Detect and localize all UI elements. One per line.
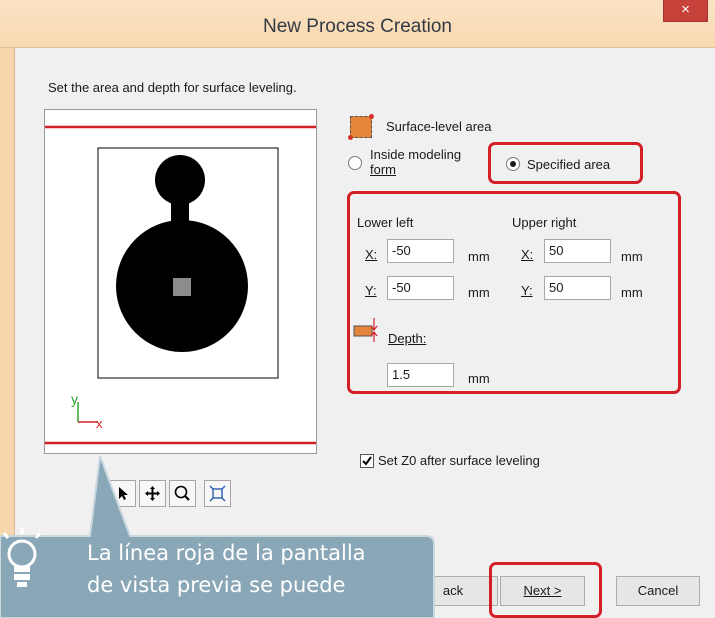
upper-right-y-input[interactable]: 50 xyxy=(544,276,611,300)
y-axis-label: y xyxy=(71,391,78,407)
specified-area-label[interactable]: Specified area xyxy=(527,157,610,172)
lower-left-x-unit: mm xyxy=(468,249,490,264)
model-head xyxy=(155,155,205,205)
lower-left-x-input[interactable]: -50 xyxy=(387,239,454,263)
surface-area-icon xyxy=(348,114,374,140)
upper-right-y-label: Y: xyxy=(521,283,533,298)
model-center-mark xyxy=(173,278,191,296)
instruction-text: Set the area and depth for surface level… xyxy=(48,80,297,95)
x-axis-label: x xyxy=(96,416,103,431)
upper-right-x-label: X: xyxy=(521,247,534,262)
upper-right-y-unit: mm xyxy=(621,285,643,300)
preview-pane[interactable]: y x xyxy=(44,109,317,454)
depth-label: Depth: xyxy=(388,331,427,346)
dialog-window: New Process Creation × Set the area and … xyxy=(0,0,715,618)
window-title: New Process Creation xyxy=(262,16,453,37)
lower-left-y-input[interactable]: -50 xyxy=(387,276,454,300)
next-button-label: Next > xyxy=(523,583,562,598)
cancel-button[interactable]: Cancel xyxy=(616,576,700,606)
lower-left-heading: Lower left xyxy=(357,215,414,230)
inside-modeling-line1: Inside modeling xyxy=(370,147,462,162)
lower-left-y-unit: mm xyxy=(468,285,490,300)
title-bar: New Process Creation × xyxy=(0,0,715,48)
lower-left-y-label: Y: xyxy=(365,283,377,298)
preview-drawing: y x xyxy=(45,125,316,445)
tip-line-1: La línea roja de la pantalla xyxy=(87,541,366,565)
tip-text: La línea roja de la pantalla de vista pr… xyxy=(87,537,366,601)
lower-left-x-label: X: xyxy=(365,247,378,262)
inside-modeling-form-radio[interactable] xyxy=(348,156,362,170)
close-button[interactable]: × xyxy=(663,0,708,22)
tip-line-2: de vista previa se puede xyxy=(87,573,346,597)
lightbulb-icon xyxy=(2,528,42,587)
inside-modeling-line2: form xyxy=(370,162,396,177)
upper-right-x-unit: mm xyxy=(621,249,643,264)
inside-modeling-form-label[interactable]: Inside modeling form xyxy=(370,147,461,177)
next-button[interactable]: Next > xyxy=(500,576,585,606)
upper-right-x-input[interactable]: 50 xyxy=(544,239,611,263)
upper-right-heading: Upper right xyxy=(512,215,577,230)
depth-icon xyxy=(353,318,378,342)
specified-area-radio[interactable] xyxy=(506,157,520,171)
surface-area-label: Surface-level area xyxy=(386,119,492,134)
depth-input[interactable]: 1.5 xyxy=(387,363,454,387)
depth-unit: mm xyxy=(468,371,490,386)
